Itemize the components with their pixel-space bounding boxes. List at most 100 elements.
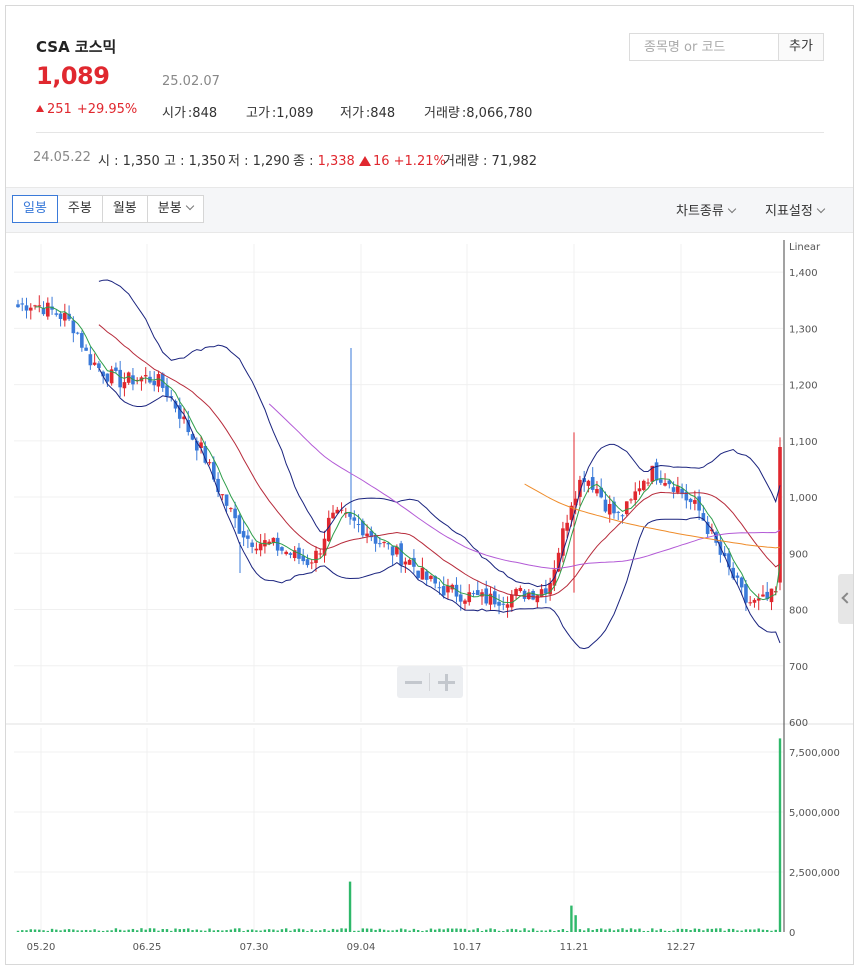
price-change: 251 +29.95% [36, 102, 137, 117]
tab-weekly[interactable]: 주봉 [56, 195, 103, 223]
candle-body [676, 486, 680, 493]
candle-body [143, 375, 148, 377]
volume-bar [442, 929, 445, 932]
volume-bar [574, 915, 577, 932]
price-chart[interactable]: Linear 1,400 1,300 1,200 1,100 1,000 900 800 700… [6, 232, 853, 964]
candle-body [565, 522, 569, 531]
volume-bar [38, 929, 41, 932]
x-tick-label: 05.20 [27, 942, 56, 953]
candle-body [458, 594, 463, 602]
candle-body [624, 501, 629, 515]
volume-bar [391, 930, 394, 932]
change-percent: +29.95% [76, 102, 138, 117]
candle-body [629, 499, 633, 501]
candle-body [505, 604, 510, 608]
candle-body [318, 553, 323, 555]
candle-body [28, 307, 33, 311]
chart-type-menu[interactable]: 차트종류 [676, 200, 737, 219]
volume-bar [472, 929, 475, 932]
volume-bar [655, 930, 658, 932]
volume-bar [634, 929, 637, 932]
y-tick-label: 600 [789, 718, 808, 729]
tab-daily[interactable]: 일봉 [12, 195, 58, 223]
daybar-volume: 거래량 : 71,982 [443, 154, 538, 169]
candle-body [531, 591, 535, 600]
minus-icon [405, 681, 422, 684]
volume-bar [272, 929, 275, 932]
volume-bar [263, 929, 267, 932]
candle-body [258, 543, 263, 551]
candle-body [305, 559, 310, 566]
low-label: 저가 [340, 106, 364, 121]
candle-body [152, 380, 157, 386]
candle-body [63, 312, 67, 321]
stock-search-box [629, 33, 779, 61]
volume-bar [570, 905, 573, 932]
volume-bar [468, 930, 471, 932]
volume-bar [323, 929, 326, 932]
volume-bar [638, 928, 641, 932]
volume-bar [93, 929, 96, 932]
candle-body [420, 567, 425, 580]
volume-bar [723, 930, 726, 932]
volume-bar [612, 930, 616, 932]
volume-bar [187, 928, 190, 932]
zoom-in-button[interactable] [430, 666, 463, 698]
tab-minute[interactable]: 분봉 [146, 195, 204, 223]
volume-bar [565, 930, 569, 932]
candle-body [744, 584, 748, 603]
zoom-out-button[interactable] [397, 666, 430, 698]
volume-bar [510, 928, 514, 932]
candle-body [352, 517, 357, 521]
candle-body [416, 570, 420, 578]
candle-body [246, 535, 250, 539]
chevron-down-icon [727, 204, 737, 214]
candle-body [616, 511, 621, 513]
candle-body [761, 594, 765, 597]
volume-bar [229, 929, 233, 932]
candle-body [518, 587, 523, 591]
candle-body [739, 577, 744, 588]
candle-body [590, 477, 595, 490]
stock-chart-widget: CSA 코스믹 1,089 25.02.07 251 +29.95% 시가:848… [5, 5, 854, 965]
candle-body [607, 503, 612, 515]
candle-body [510, 594, 514, 608]
volume-bar [365, 928, 369, 932]
volume-bar [399, 928, 403, 932]
volume-bar [157, 930, 160, 932]
volume-bar [766, 929, 769, 932]
volume-bar [514, 929, 518, 932]
candle-body [220, 494, 225, 496]
volume-bar [238, 928, 241, 932]
volume-bar [476, 928, 479, 932]
volume-bar [327, 930, 330, 932]
candle-body [378, 543, 382, 545]
tab-monthly[interactable]: 월봉 [101, 195, 148, 223]
volume-bar [63, 929, 67, 932]
daybar-close-label: 종 : [293, 154, 318, 169]
volume-bar [463, 928, 467, 932]
candle-body [233, 508, 237, 519]
add-stock-button[interactable]: 추가 [779, 33, 824, 61]
volume-bar [710, 928, 714, 932]
stock-search-input[interactable] [630, 34, 778, 60]
volume-bar [302, 929, 305, 932]
volume-bar [314, 930, 318, 932]
volume-bar [131, 928, 135, 932]
volume-bar [685, 929, 688, 932]
volume-bar [404, 929, 407, 932]
candle-body [207, 462, 212, 464]
volume-bar [29, 929, 32, 932]
volume-bar [42, 930, 45, 932]
candle-body [637, 488, 642, 492]
candle-body [646, 482, 650, 484]
volume-tick-label: 2,500,000 [789, 868, 840, 879]
side-panel-toggle[interactable] [838, 574, 853, 624]
volume-bar [72, 929, 75, 932]
candle-body [45, 302, 50, 317]
volume-bar [395, 929, 399, 932]
volume-bar [485, 929, 488, 932]
candle-body [280, 547, 284, 551]
indicator-menu[interactable]: 지표설정 [765, 200, 826, 219]
volume-bar [527, 930, 531, 932]
